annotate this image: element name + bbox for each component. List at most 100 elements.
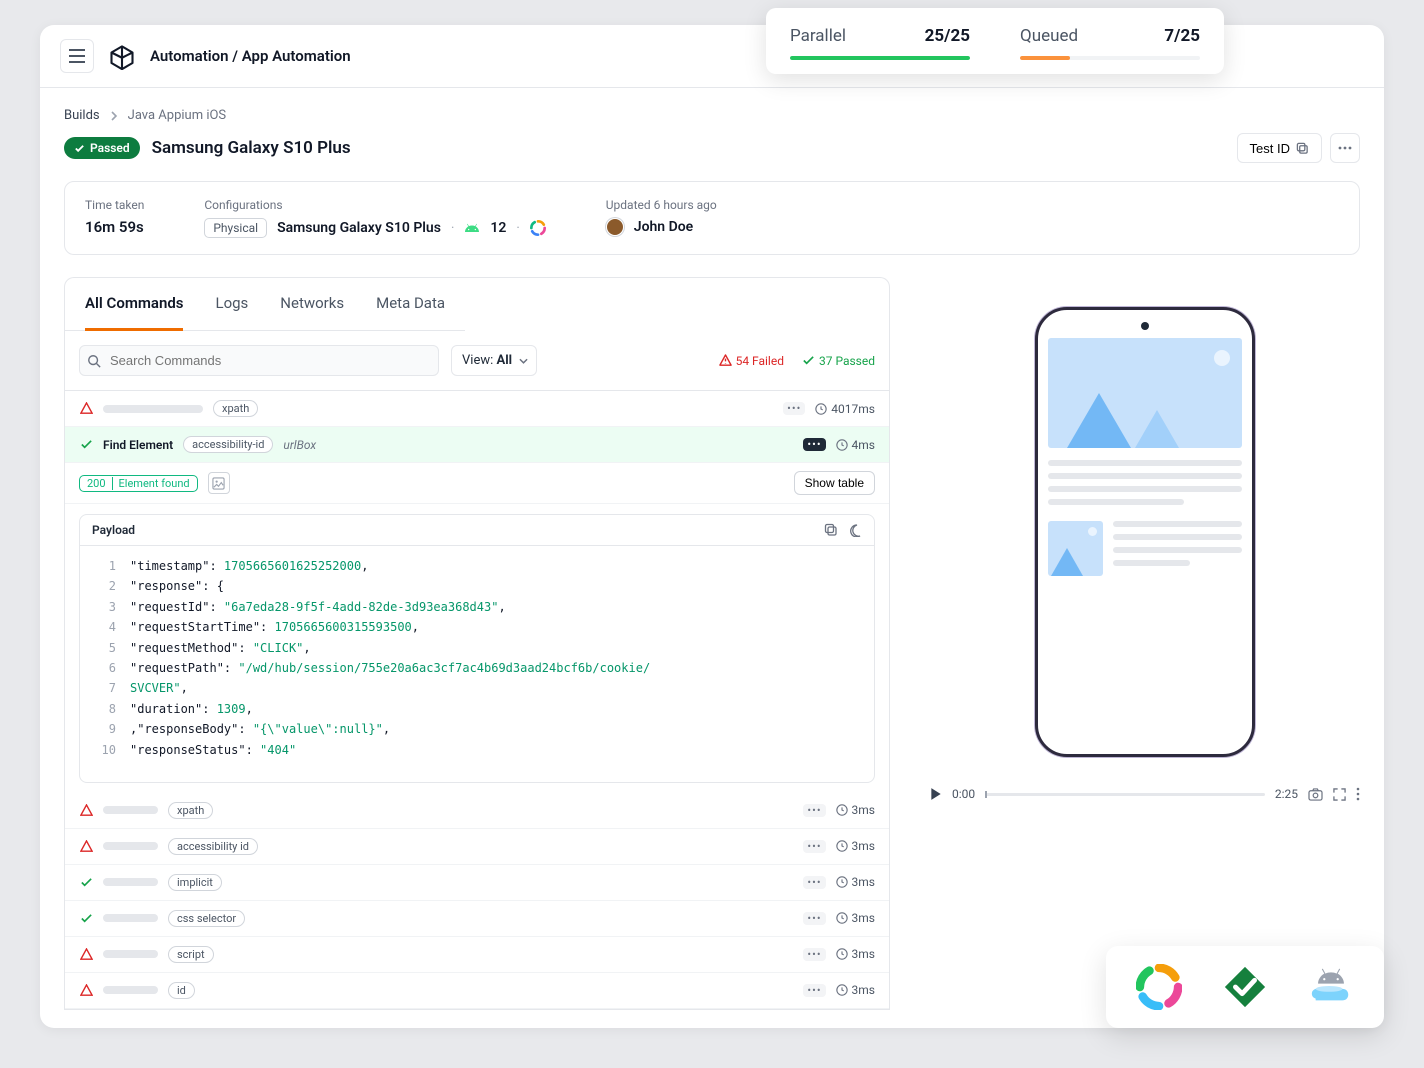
- clock-icon: [836, 876, 848, 888]
- passed-count: 37 Passed: [802, 354, 875, 368]
- play-button[interactable]: [930, 787, 942, 801]
- theme-icon[interactable]: [848, 523, 862, 537]
- warning-icon: [79, 803, 93, 817]
- warning-icon: [79, 983, 93, 997]
- more-actions-button[interactable]: [1330, 133, 1360, 163]
- clock-icon: [836, 840, 848, 852]
- dots-horizontal-icon: [1338, 146, 1352, 150]
- row-more-button[interactable]: •••: [803, 840, 825, 853]
- search-input[interactable]: [79, 345, 439, 376]
- config-device: Samsung Galaxy S10 Plus: [277, 220, 441, 236]
- config-chip: Physical: [204, 218, 267, 238]
- copy-icon[interactable]: [824, 523, 838, 537]
- time-taken-value: 16m 59s: [85, 218, 144, 236]
- test-id-button[interactable]: Test ID: [1237, 133, 1322, 163]
- tab-all-commands[interactable]: All Commands: [85, 278, 183, 331]
- device-preview: [1035, 307, 1255, 757]
- command-time: 3ms: [852, 875, 875, 889]
- video-track[interactable]: [985, 793, 1265, 796]
- command-row[interactable]: xpath ••• 4017ms: [65, 391, 889, 427]
- row-more-button[interactable]: •••: [803, 948, 825, 961]
- command-row[interactable]: id ••• 3ms: [65, 973, 889, 1009]
- video-controls: 0:00 2:25: [930, 787, 1360, 801]
- more-vertical-icon[interactable]: [1356, 787, 1360, 801]
- row-more-button[interactable]: •••: [803, 438, 825, 451]
- row-more-button[interactable]: •••: [803, 804, 825, 817]
- session-meta-card: Time taken 16m 59s Configurations Physic…: [64, 181, 1360, 255]
- title-row: Passed Samsung Galaxy S10 Plus Test ID: [64, 133, 1360, 163]
- command-row[interactable]: xpath ••• 3ms: [65, 793, 889, 829]
- placeholder-text: [103, 950, 158, 958]
- placeholder-text: [103, 806, 158, 814]
- placeholder-text: [103, 405, 203, 413]
- clock-icon: [836, 439, 848, 451]
- menu-button[interactable]: [60, 39, 94, 73]
- command-time: 3ms: [852, 983, 875, 997]
- usage-stats-card: Parallel 25/25 Queued 7/25: [766, 8, 1224, 74]
- preview-thumb-image: [1048, 521, 1103, 576]
- payload-code[interactable]: 1"timestamp": 1705665601625252000,2 "res…: [80, 546, 874, 782]
- check-icon: [74, 143, 85, 154]
- fullscreen-icon[interactable]: [1333, 788, 1346, 801]
- camera-icon[interactable]: [1308, 788, 1323, 801]
- payload-title: Payload: [92, 523, 135, 537]
- locator-pill: xpath: [168, 802, 213, 819]
- chevron-right-icon: [110, 111, 118, 121]
- tab-networks[interactable]: Networks: [280, 278, 344, 331]
- warning-icon: [719, 354, 732, 367]
- swirl-icon: [1136, 964, 1182, 1010]
- tab-logs[interactable]: Logs: [215, 278, 248, 331]
- view-filter-label: View:: [462, 353, 493, 368]
- android-cup-icon: [1308, 964, 1354, 1010]
- time-taken-label: Time taken: [85, 198, 144, 212]
- user-name: John Doe: [634, 219, 693, 235]
- android-icon: [464, 220, 480, 236]
- command-name: Find Element: [103, 438, 173, 452]
- locator-pill: accessibility-id: [183, 436, 273, 453]
- parallel-label: Parallel: [790, 26, 846, 46]
- locator-pill: script: [168, 946, 214, 963]
- row-more-button[interactable]: •••: [783, 402, 805, 415]
- command-time: 3ms: [852, 839, 875, 853]
- command-time: 4ms: [852, 438, 875, 452]
- avatar: [606, 218, 624, 236]
- command-time: 4017ms: [831, 402, 875, 416]
- breadcrumb-root[interactable]: Builds: [64, 108, 100, 123]
- locator-pill: accessibility id: [168, 838, 258, 855]
- command-row-expanded[interactable]: Find Element accessibility-id urlBox •••…: [65, 427, 889, 463]
- screenshot-thumb-icon[interactable]: [208, 472, 230, 494]
- brand-logo: [108, 42, 136, 70]
- locator-pill: xpath: [213, 400, 258, 417]
- tabs: All Commands Logs Networks Meta Data: [65, 278, 465, 331]
- parallel-bar: [790, 56, 970, 60]
- tab-meta-data[interactable]: Meta Data: [376, 278, 445, 331]
- placeholder-text: [103, 842, 158, 850]
- locator-pill: implicit: [168, 874, 222, 891]
- test-id-label: Test ID: [1250, 141, 1290, 156]
- show-table-button[interactable]: Show table: [794, 471, 875, 495]
- row-more-button[interactable]: •••: [803, 984, 825, 997]
- failed-count: 54 Failed: [719, 354, 784, 368]
- command-row[interactable]: implicit ••• 3ms: [65, 865, 889, 901]
- command-row[interactable]: accessibility id ••• 3ms: [65, 829, 889, 865]
- placeholder-text: [103, 986, 158, 994]
- placeholder-text: [103, 914, 158, 922]
- view-filter[interactable]: View: All: [451, 345, 537, 376]
- payload-card: Payload 1"timestamp: [79, 514, 875, 783]
- command-time: 3ms: [852, 803, 875, 817]
- queued-label: Queued: [1020, 26, 1078, 46]
- check-icon: [802, 354, 815, 367]
- clock-icon: [836, 912, 848, 924]
- warning-icon: [79, 402, 93, 416]
- clock-icon: [836, 984, 848, 996]
- command-time: 3ms: [852, 947, 875, 961]
- chevron-down-icon: [519, 358, 528, 364]
- updated-label: Updated 6 hours ago: [606, 198, 717, 212]
- parallel-value: 25/25: [925, 26, 970, 46]
- video-current-time: 0:00: [952, 787, 975, 801]
- command-row[interactable]: script ••• 3ms: [65, 937, 889, 973]
- row-more-button[interactable]: •••: [803, 912, 825, 925]
- command-row[interactable]: css selector ••• 3ms: [65, 901, 889, 937]
- row-more-button[interactable]: •••: [803, 876, 825, 889]
- command-time: 3ms: [852, 911, 875, 925]
